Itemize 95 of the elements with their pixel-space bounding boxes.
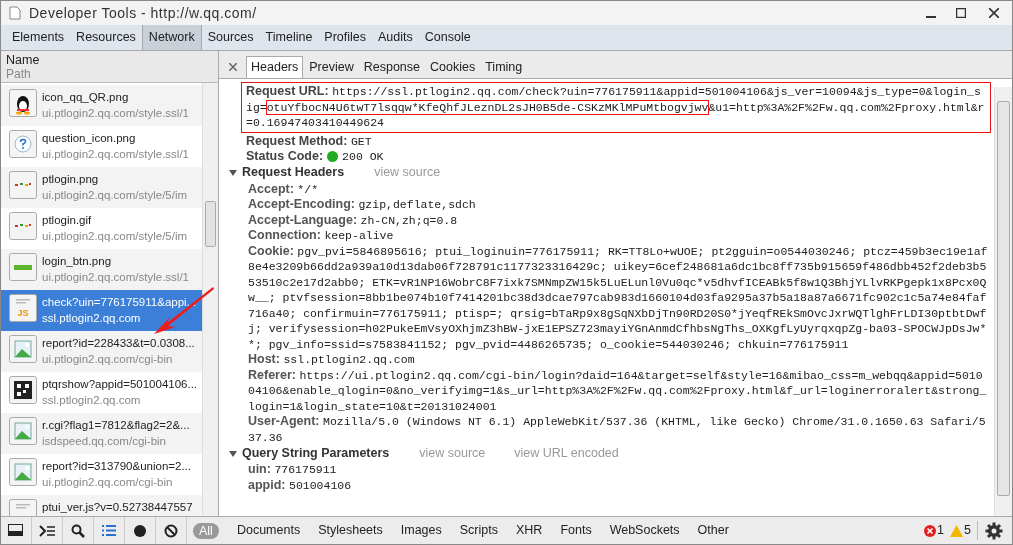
panel-tab[interactable]: Profiles bbox=[318, 25, 373, 50]
request-path: ui.ptlogin2.qq.com/cgi-bin bbox=[42, 475, 174, 490]
filter-button[interactable]: Images bbox=[400, 521, 442, 540]
name-column-label: Name bbox=[6, 52, 41, 67]
status-label: Status Code: bbox=[246, 149, 324, 165]
window-title: Developer Tools - http://w.qq.com/ bbox=[29, 3, 257, 23]
filter-button[interactable]: Other bbox=[697, 521, 729, 540]
file-type-icon bbox=[9, 89, 37, 117]
panel-tab[interactable]: Sources bbox=[201, 25, 260, 50]
request-path: ui.ptlogin2.qq.com/style.ssl/1 bbox=[42, 270, 190, 285]
record-icon bbox=[134, 524, 146, 537]
request-name: check?uin=776175911&appi... bbox=[42, 295, 197, 310]
filter-button[interactable]: Documents bbox=[236, 521, 301, 540]
request-name: ptqrshow?appid=501004106... bbox=[42, 377, 198, 392]
minimize-icon bbox=[926, 16, 936, 18]
clear-icon bbox=[164, 523, 178, 538]
filter-button[interactable]: Fonts bbox=[560, 521, 592, 540]
section-title: Query String Parameters bbox=[242, 445, 390, 462]
detail-tab[interactable]: Preview bbox=[305, 56, 358, 78]
header-line: User-Agent: Mozilla/5.0 (Windows NT 6.1) AppleWebKit/537.36 (KHTML, like Gecko) Chrome/31.0.1650.63 Safari/537.36 bbox=[247, 414, 987, 445]
request-name: question_icon.png bbox=[42, 131, 137, 146]
error-icon bbox=[924, 524, 937, 537]
method-label: Request Method: bbox=[246, 133, 348, 148]
warning-icon bbox=[950, 524, 964, 537]
panel-tab[interactable]: Elements bbox=[6, 25, 71, 50]
request-path: ui.ptlogin2.qq.com/cgi-bin bbox=[42, 352, 174, 367]
page-icon bbox=[9, 6, 21, 20]
request-row[interactable]: JS check?uin=776175911&appi... ssl.ptlogin2.qq.com bbox=[1, 290, 202, 331]
request-row[interactable]: login_btn.png ui.ptlogin2.qq.com/style.ssl/1 bbox=[1, 249, 202, 290]
request-row[interactable]: report?id=228433&t=0.0308... ui.ptlogin2.qq.com/cgi-bin bbox=[1, 331, 202, 372]
file-type-icon: JS bbox=[9, 294, 37, 322]
file-type-icon bbox=[9, 130, 37, 158]
warning-count[interactable]: 5 bbox=[950, 521, 978, 540]
header-line: Connection: keep-alive bbox=[247, 228, 395, 244]
close-icon bbox=[229, 63, 237, 71]
request-path: ui.ptlogin2.qq.com/style.ssl/1 bbox=[42, 147, 190, 162]
request-path: ssl.ptlogin2.qq.com bbox=[42, 311, 142, 326]
request-row[interactable]: ptlogin.png ui.ptlogin2.qq.com/style/5/im bbox=[1, 167, 202, 208]
request-name: r.cgi?flag1=7812&flag2=2&... bbox=[42, 418, 190, 433]
header-line: appid: 501004106 bbox=[247, 477, 353, 493]
panel-tab[interactable]: Timeline bbox=[259, 25, 319, 50]
settings-icon bbox=[985, 521, 1003, 540]
request-row[interactable]: r.cgi?flag1=7812&flag2=2&... isdspeed.qq.com/cgi-bin bbox=[1, 413, 202, 454]
disclosure-triangle-icon[interactable] bbox=[229, 169, 238, 177]
request-path: ui.ptlogin2.qq.com/style/5/im bbox=[42, 229, 188, 244]
request-name: ptlogin.png bbox=[42, 172, 100, 187]
filter-button[interactable]: XHR bbox=[515, 521, 543, 540]
console-icon bbox=[39, 524, 55, 537]
request-name: report?id=228433&t=0.0308... bbox=[42, 336, 195, 351]
request-name: login_btn.png bbox=[42, 254, 113, 269]
panel-tab[interactable]: Network bbox=[141, 25, 202, 50]
header-line: uin: 776175911 bbox=[247, 462, 338, 478]
request-name: ptui_ver.js?v=0.52738447557 bbox=[42, 500, 193, 515]
file-type-icon bbox=[9, 417, 37, 445]
request-path: ssl.ptlogin2.qq.com bbox=[42, 393, 142, 408]
file-type-icon bbox=[9, 171, 37, 199]
detail-tab[interactable]: Response bbox=[359, 56, 424, 78]
close-icon bbox=[989, 8, 999, 18]
panel-tab[interactable]: Console bbox=[418, 25, 477, 50]
file-type-icon bbox=[9, 458, 37, 486]
request-row[interactable]: icon_qq_QR.png ui.ptlogin2.qq.com/style.ssl/1 bbox=[1, 85, 202, 126]
header-line: Accept: */* bbox=[247, 181, 320, 197]
disclosure-triangle-icon[interactable] bbox=[229, 449, 238, 458]
request-path: ui.ptlogin2.qq.com/style/5/im bbox=[42, 188, 188, 203]
status-value: 200 OK bbox=[342, 149, 384, 165]
request-name: ptlogin.gif bbox=[42, 213, 93, 228]
panel-tab[interactable]: Resources bbox=[70, 25, 142, 50]
list-icon bbox=[102, 525, 116, 536]
request-row[interactable]: ptui_ver.js?v=0.52738447557 bbox=[1, 495, 202, 516]
dock-icon bbox=[8, 524, 24, 537]
request-path: ui.ptlogin2.qq.com/style.ssl/1 bbox=[42, 106, 190, 121]
filter-button[interactable]: WebSockets bbox=[609, 521, 680, 540]
maximize-icon bbox=[956, 8, 966, 18]
search-icon bbox=[71, 523, 85, 538]
request-path: isdspeed.qq.com/cgi-bin bbox=[42, 434, 167, 449]
path-column-label: Path bbox=[6, 66, 32, 81]
error-count[interactable]: 1 bbox=[924, 521, 945, 540]
file-type-icon bbox=[9, 335, 37, 363]
request-name: icon_qq_QR.png bbox=[42, 90, 130, 105]
detail-tab[interactable]: Headers bbox=[246, 56, 304, 78]
filter-button[interactable]: Scripts bbox=[459, 521, 498, 540]
method-value: GET bbox=[350, 134, 372, 148]
file-type-icon bbox=[9, 253, 37, 281]
panel-tab[interactable]: Audits bbox=[372, 25, 419, 50]
header-line: Host: ssl.ptlogin2.qq.com bbox=[247, 352, 416, 368]
detail-tab[interactable]: Timing bbox=[481, 56, 527, 78]
detail-tab[interactable]: Cookies bbox=[426, 56, 480, 78]
file-type-icon bbox=[9, 376, 37, 404]
section-title: Request Headers bbox=[242, 165, 345, 181]
filter-button[interactable]: Stylesheets bbox=[318, 521, 383, 540]
header-line: Accept-Language: zh-CN,zh;q=0.8 bbox=[247, 212, 459, 228]
request-name: report?id=313790&union=2... bbox=[42, 459, 191, 474]
file-type-icon bbox=[9, 212, 37, 240]
header-line: Referer: https://ui.ptlogin2.qq.com/cgi-bin/login?daid=164&target=self&style=16&mibao_css=m_webqq&appid=501004106&enable_qlogin=0&no_verifyimg=1&s_url=http%3A%2F%2Fw.qq.com%2Fproxy.html&f_url=loginerroralert&strong_login=1&login_state=10&t=20131024001 bbox=[247, 367, 988, 414]
header-line: Accept-Encoding: gzip,deflate,sdch bbox=[247, 197, 477, 213]
